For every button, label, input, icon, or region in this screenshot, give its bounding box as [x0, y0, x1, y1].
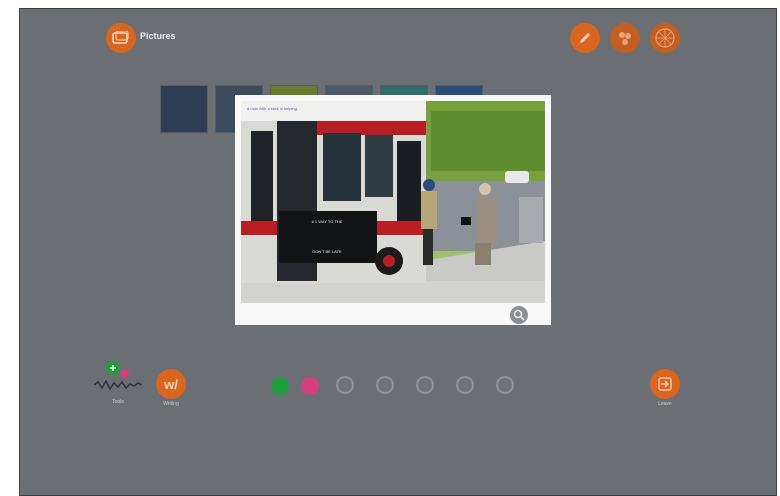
texture-globe-icon[interactable]: [650, 23, 680, 53]
brush-marker: .: [515, 389, 517, 395]
eraser-icon[interactable]: [456, 376, 474, 394]
zoom-icon[interactable]: [510, 306, 528, 324]
columns-marker: .: [355, 389, 357, 395]
app-screen: Pictures # 1 WAY TO THE DON'T BE LATE a …: [19, 8, 777, 496]
thumbnail-1[interactable]: [160, 85, 208, 133]
waveform-icon: [94, 379, 142, 391]
bus-sign-bottom: DON'T BE LATE: [312, 249, 342, 254]
tools-label: Tools: [112, 399, 124, 405]
photo-caption: a man with a stick is helping: [247, 106, 297, 111]
writing-label: Writing: [163, 401, 179, 407]
add-icon[interactable]: [106, 361, 120, 375]
page-title: Pictures: [140, 31, 176, 41]
columns-icon[interactable]: [336, 376, 354, 394]
pink-dot-button[interactable]: [301, 377, 319, 395]
search-marker: .: [435, 389, 437, 395]
bus-sign-top: # 1 WAY TO THE: [312, 219, 343, 224]
headphones-icon[interactable]: [376, 376, 394, 394]
remove-icon[interactable]: [120, 369, 129, 378]
eraser-marker: .: [475, 389, 477, 395]
photo-viewer: # 1 WAY TO THE DON'T BE LATE a man with …: [235, 95, 551, 325]
search-icon[interactable]: [416, 376, 434, 394]
exit-icon[interactable]: [650, 369, 680, 399]
bus-photo: # 1 WAY TO THE DON'T BE LATE a man with …: [241, 101, 545, 303]
brush-icon[interactable]: [496, 376, 514, 394]
writing-icon[interactable]: w/: [156, 369, 186, 399]
pencil-icon[interactable]: [570, 23, 600, 53]
people-group-icon[interactable]: [610, 23, 640, 53]
headphones-marker: .: [395, 389, 397, 395]
pictures-icon[interactable]: [106, 23, 136, 53]
exit-label: Leave: [658, 401, 672, 407]
tools-widget[interactable]: [94, 361, 142, 397]
green-dot-button[interactable]: [271, 377, 289, 395]
